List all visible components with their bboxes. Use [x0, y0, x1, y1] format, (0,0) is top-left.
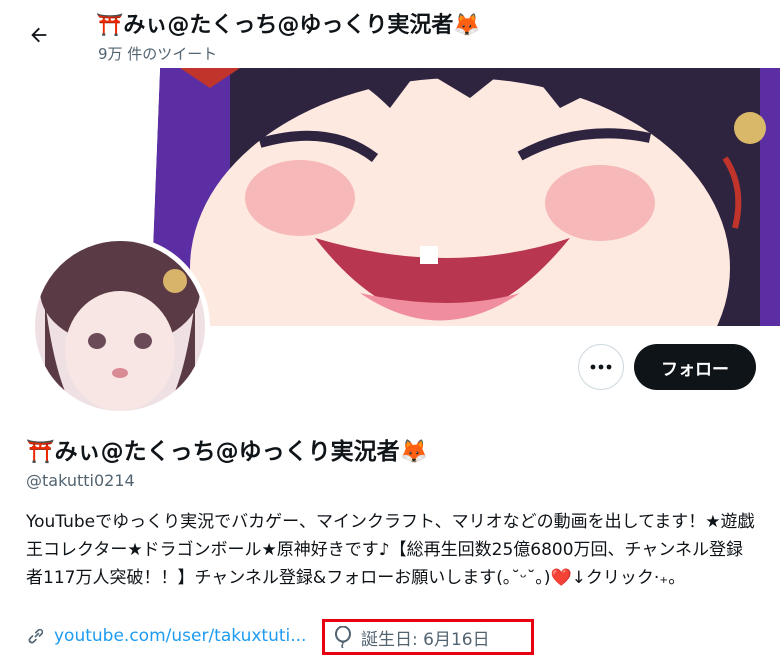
ellipsis-icon [590, 364, 612, 370]
display-name: ⛩️みぃ@たくっち@ゆっくり実況者🦊 [26, 439, 429, 465]
tweet-count: 9万 件のツイート [98, 45, 218, 63]
bio: YouTubeでゆっくり実況でバカゲー、マインクラフト、マリオなどの動画を出して… [26, 512, 755, 588]
handle: @takutti0214 [26, 471, 135, 490]
profile-header: ⛩️みぃ@たくっち@ゆっくり実況者🦊 9万 件のツイート [0, 0, 780, 68]
more-options-button[interactable] [578, 344, 624, 390]
avatar[interactable] [30, 236, 210, 416]
back-button[interactable] [22, 18, 56, 52]
header-title: ⛩️みぃ@たくっち@ゆっくり実況者🦊 [96, 13, 481, 38]
arrow-left-icon [28, 24, 50, 46]
follow-button[interactable]: フォロー [634, 344, 756, 390]
balloon-icon [333, 626, 353, 648]
link-icon [26, 626, 46, 646]
profile-link[interactable]: youtube.com/user/takuxtuti... [26, 626, 306, 646]
birthday-text: 誕生日: 6月16日 [361, 629, 490, 650]
profile-meta: youtube.com/user/takuxtuti... 誕生日: 6月16日 [26, 619, 766, 655]
profile-link-text[interactable]: youtube.com/user/takuxtuti... [54, 626, 306, 646]
birthday-highlight: 誕生日: 6月16日 [322, 619, 534, 655]
